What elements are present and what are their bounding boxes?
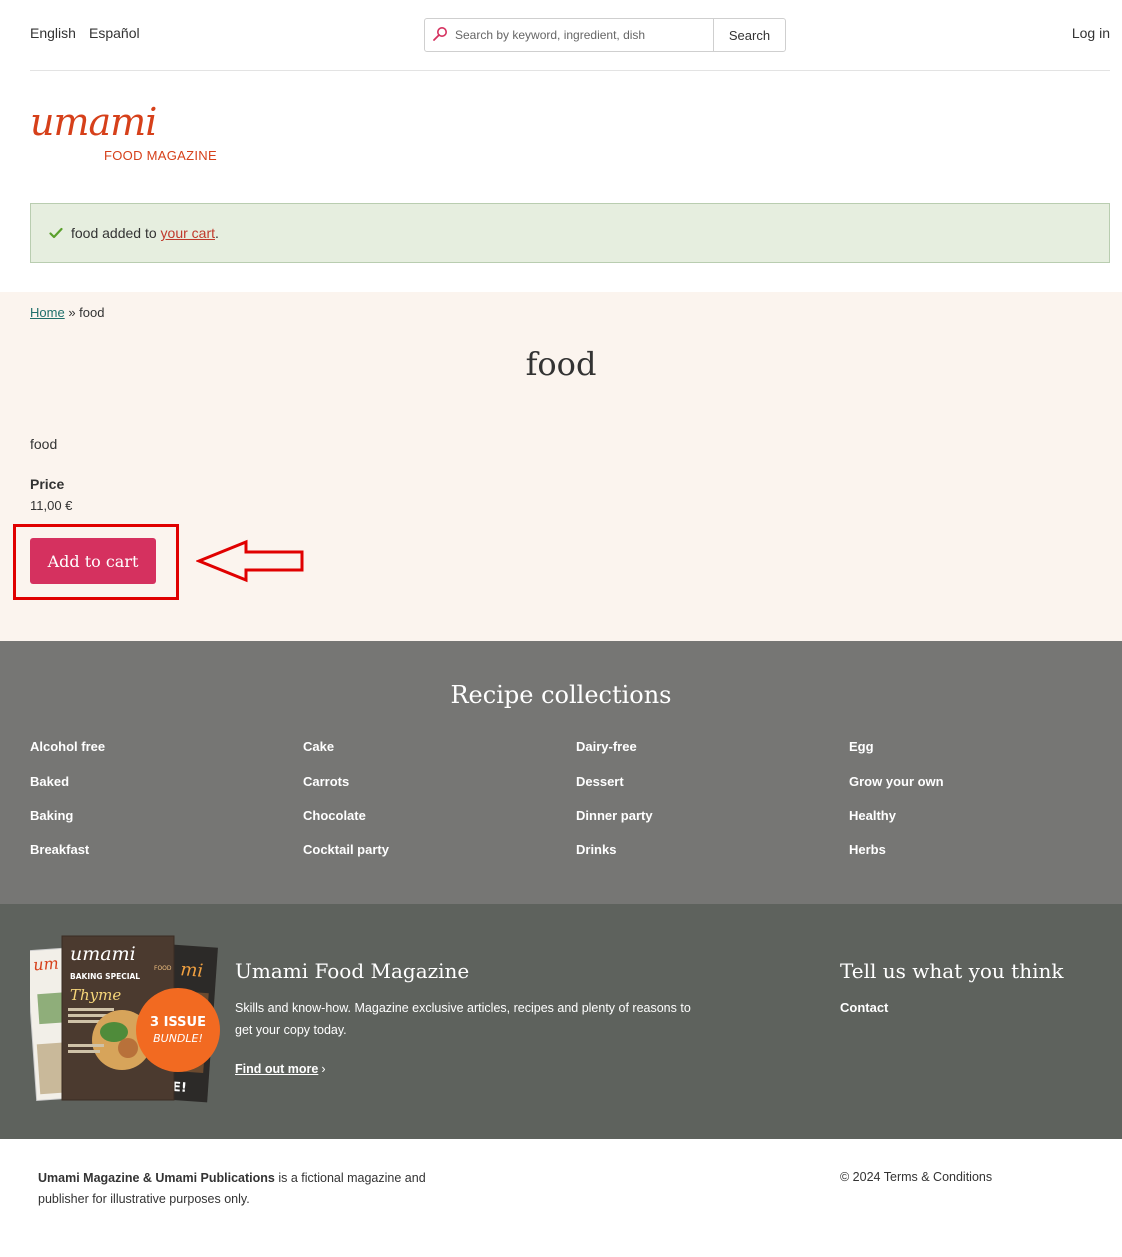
- magazine-title: Umami Food Magazine: [235, 959, 470, 983]
- collection-link[interactable]: Dinner party: [576, 808, 653, 823]
- collection-link[interactable]: Egg: [849, 739, 874, 754]
- collection-link[interactable]: Cake: [303, 739, 334, 754]
- svg-text:BUNDLE!: BUNDLE!: [153, 1032, 203, 1045]
- collection-link[interactable]: Baking: [30, 808, 73, 823]
- site-logo[interactable]: umami FOOD MAGAZINE: [30, 100, 220, 166]
- notice-period: .: [215, 225, 219, 241]
- cart-notice: food added to your cart.: [30, 203, 1110, 263]
- product-description: food: [30, 436, 58, 452]
- collection-link[interactable]: Herbs: [849, 842, 886, 857]
- collection-link[interactable]: Dessert: [576, 774, 624, 789]
- contact-link[interactable]: Contact: [840, 1000, 888, 1015]
- product-section: Home » food food food Price 11,00 € Add …: [0, 292, 1122, 641]
- price-value: 11,00 €: [30, 498, 73, 513]
- search-button[interactable]: Search: [713, 19, 785, 51]
- collection-link[interactable]: Dairy-free: [576, 739, 637, 754]
- collection-link[interactable]: Healthy: [849, 808, 896, 823]
- magazine-promo: um mi !E! umami FOOD BAKING SPECIAL Thym…: [0, 904, 1122, 1139]
- collection-link[interactable]: Cocktail party: [303, 842, 389, 857]
- collection-link[interactable]: Breakfast: [30, 842, 89, 857]
- page-title: food: [525, 345, 597, 383]
- notice-text: food added to: [71, 225, 161, 241]
- logo-wordmark: umami: [30, 100, 157, 144]
- svg-text:Thyme: Thyme: [70, 986, 121, 1004]
- price-label: Price: [30, 476, 65, 492]
- svg-text:umami: umami: [70, 943, 136, 965]
- language-english-link[interactable]: English: [30, 25, 76, 41]
- search-form: Search: [424, 18, 786, 52]
- search-input[interactable]: [455, 19, 713, 51]
- svg-text:mi: mi: [180, 959, 204, 982]
- footer-copyright[interactable]: © 2024 Terms & Conditions: [840, 1170, 992, 1184]
- notice-message: food added to your cart.: [71, 225, 219, 241]
- svg-text:um: um: [33, 954, 60, 975]
- svg-text:FOOD: FOOD: [154, 965, 172, 972]
- check-icon: [49, 227, 63, 239]
- language-spanish-link[interactable]: Español: [89, 25, 140, 41]
- svg-text:BAKING SPECIAL: BAKING SPECIAL: [70, 972, 140, 981]
- collection-link[interactable]: Alcohol free: [30, 739, 105, 754]
- collections-title: Recipe collections: [450, 681, 672, 709]
- your-cart-link[interactable]: your cart: [161, 225, 215, 241]
- breadcrumb-current: food: [79, 305, 105, 320]
- collection-link[interactable]: Baked: [30, 774, 69, 789]
- feedback-title: Tell us what you think: [840, 959, 1064, 983]
- magazine-covers-image[interactable]: um mi !E! umami FOOD BAKING SPECIAL Thym…: [30, 932, 226, 1107]
- magazine-description: Skills and know-how. Magazine exclusive …: [235, 1001, 691, 1037]
- breadcrumb: Home » food: [30, 305, 104, 320]
- collection-link[interactable]: Drinks: [576, 842, 616, 857]
- svg-text:3 ISSUE: 3 ISSUE: [150, 1015, 206, 1030]
- chevron-right-icon: ›: [321, 1062, 326, 1076]
- footer-brand: Umami Magazine & Umami Publications: [38, 1171, 275, 1185]
- left-arrow-annotation: [196, 539, 304, 583]
- collection-link[interactable]: Grow your own: [849, 774, 944, 789]
- footer-disclaimer: Umami Magazine & Umami Publications is a…: [38, 1168, 458, 1210]
- breadcrumb-separator: »: [68, 305, 76, 320]
- recipe-collections: Recipe collections Alcohol free Baked Ba…: [0, 641, 1122, 904]
- logo-subtitle: FOOD MAGAZINE: [104, 148, 217, 163]
- collection-link[interactable]: Carrots: [303, 774, 349, 789]
- breadcrumb-home-link[interactable]: Home: [30, 305, 65, 320]
- search-icon: [433, 27, 447, 41]
- top-bar: English Español Search Log in: [30, 0, 1110, 71]
- find-out-more-link[interactable]: Find out more ›: [235, 1062, 326, 1076]
- find-out-more-label: Find out more: [235, 1062, 319, 1076]
- add-to-cart-button[interactable]: Add to cart: [30, 538, 156, 584]
- login-link[interactable]: Log in: [1072, 25, 1110, 41]
- collection-link[interactable]: Chocolate: [303, 808, 366, 823]
